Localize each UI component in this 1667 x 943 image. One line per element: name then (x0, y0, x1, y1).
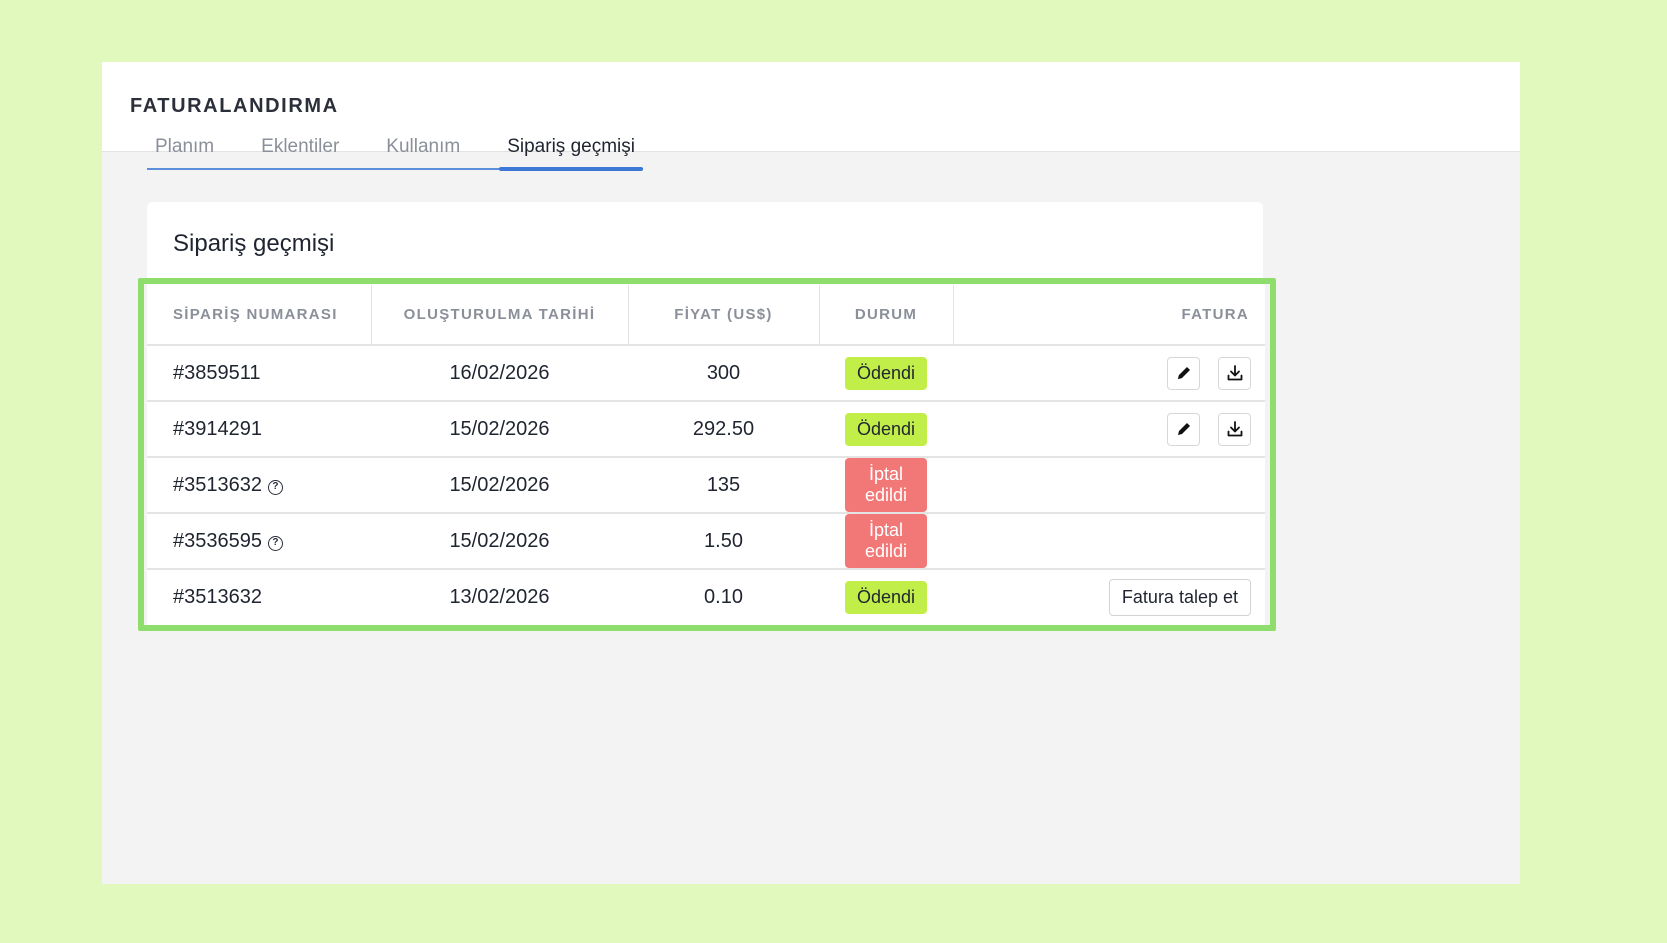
status-badge: Ödendi (845, 581, 928, 614)
edit-invoice-button[interactable] (1167, 356, 1201, 390)
order-price: 0.10 (704, 586, 743, 608)
order-price: 300 (628, 345, 819, 402)
download-icon (1227, 365, 1242, 381)
status-badge: İptal edildi (845, 458, 928, 512)
header-status: DURUM (819, 285, 954, 346)
status-badge: Ödendi (845, 356, 928, 390)
download-invoice-button[interactable] (1218, 412, 1251, 446)
edit-invoice-button[interactable] (1167, 412, 1201, 446)
invoice-cell (953, 345, 1265, 402)
order-number: #3914291 (147, 401, 371, 458)
header-created-date: OLUŞTURULMA TARİHİ (371, 285, 629, 346)
order-price: 1.50 (628, 513, 819, 570)
pencil-icon (1177, 367, 1190, 379)
status-cell: İptal edildi (819, 457, 954, 514)
invoice-cell: Fatura talep et (953, 569, 1265, 625)
order-price: 292.50 (628, 401, 819, 458)
help-icon[interactable]: ? (267, 535, 283, 551)
order-number: #3513632 (173, 473, 262, 496)
order-date: 15/02/2026 (371, 457, 628, 514)
status-cell: Ödendi (819, 345, 954, 402)
status-cell: İptal edildi (819, 513, 954, 570)
order-date: 15/02/2026 (371, 401, 628, 458)
order-number: #3859511 (147, 345, 371, 402)
table-row: #3914291 15/02/2026 292.50 Ödendi (147, 401, 1265, 458)
status-badge: İptal edildi (845, 514, 928, 568)
order-history-table: SİPARİŞ NUMARASI OLUŞTURULMA TARİHİ FİYA… (147, 285, 1265, 625)
order-number: #3513632 (173, 586, 262, 608)
pencil-icon (1177, 423, 1190, 435)
invoice-cell (953, 513, 1265, 570)
table-row: #3859511 16/02/2026 300 Ödendi (147, 345, 1265, 402)
header-price: FİYAT (US$) (628, 285, 820, 346)
table-row: #3536595? 15/02/2026 1.50 İptal edildi (147, 513, 1265, 570)
invoice-cell (953, 401, 1265, 458)
tab-addons[interactable]: Eklentiler (253, 136, 347, 168)
order-date: 15/02/2026 (371, 513, 628, 570)
invoice-cell (953, 457, 1265, 514)
header-order-number: SİPARİŞ NUMARASI (147, 285, 372, 346)
tab-usage[interactable]: Kullanım (378, 136, 468, 168)
order-number-cell: #3513632? (147, 457, 371, 514)
help-icon[interactable]: ? (267, 479, 283, 495)
table-header-row: SİPARİŞ NUMARASI OLUŞTURULMA TARİHİ FİYA… (147, 285, 1265, 346)
table-row: #3513632 13/02/2026 0.10 Ödendi Fatura t… (147, 569, 1265, 625)
download-invoice-button[interactable] (1218, 356, 1251, 390)
download-icon (1227, 421, 1242, 437)
order-number: #3536595 (173, 529, 262, 552)
order-date: 16/02/2026 (371, 345, 628, 402)
request-invoice-button[interactable]: Fatura talep et (1108, 579, 1251, 616)
table-row: #3513632? 15/02/2026 135 İptal edildi (147, 457, 1265, 514)
header-invoice: FATURA (953, 285, 1265, 346)
tab-bar: Planım Eklentiler Kullanım Sipariş geçmi… (147, 118, 643, 171)
status-cell: Ödendi (819, 401, 954, 458)
order-number-cell: #3536595? (147, 513, 371, 570)
card-title: Sipariş geçmişi (173, 230, 335, 257)
status-badge: Ödendi (845, 412, 928, 446)
status-cell: Ödendi (819, 569, 953, 625)
order-price: 135 (628, 457, 819, 514)
order-date: 13/02/2026 (449, 586, 550, 608)
tab-order-history[interactable]: Sipariş geçmişi (499, 136, 643, 171)
page-title: FATURALANDIRMA (130, 95, 339, 117)
tab-plan[interactable]: Planım (147, 136, 222, 168)
